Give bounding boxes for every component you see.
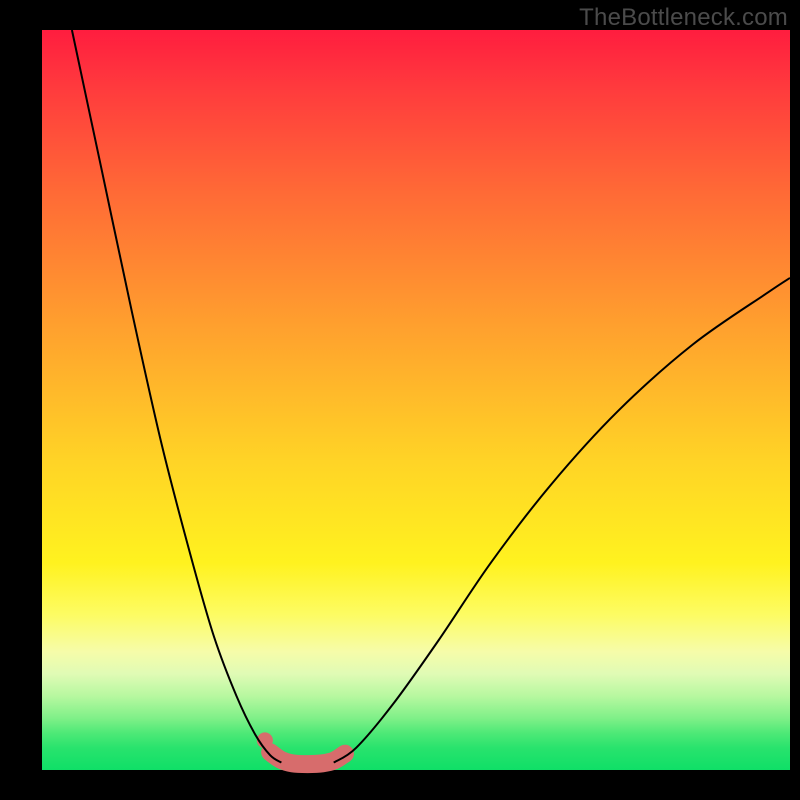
curve-right-branch [334, 278, 790, 763]
watermark-text: TheBottleneck.com [579, 4, 788, 32]
curve-left-branch [72, 30, 281, 763]
chart-plot-area [42, 30, 790, 770]
chart-overlay [42, 30, 790, 770]
